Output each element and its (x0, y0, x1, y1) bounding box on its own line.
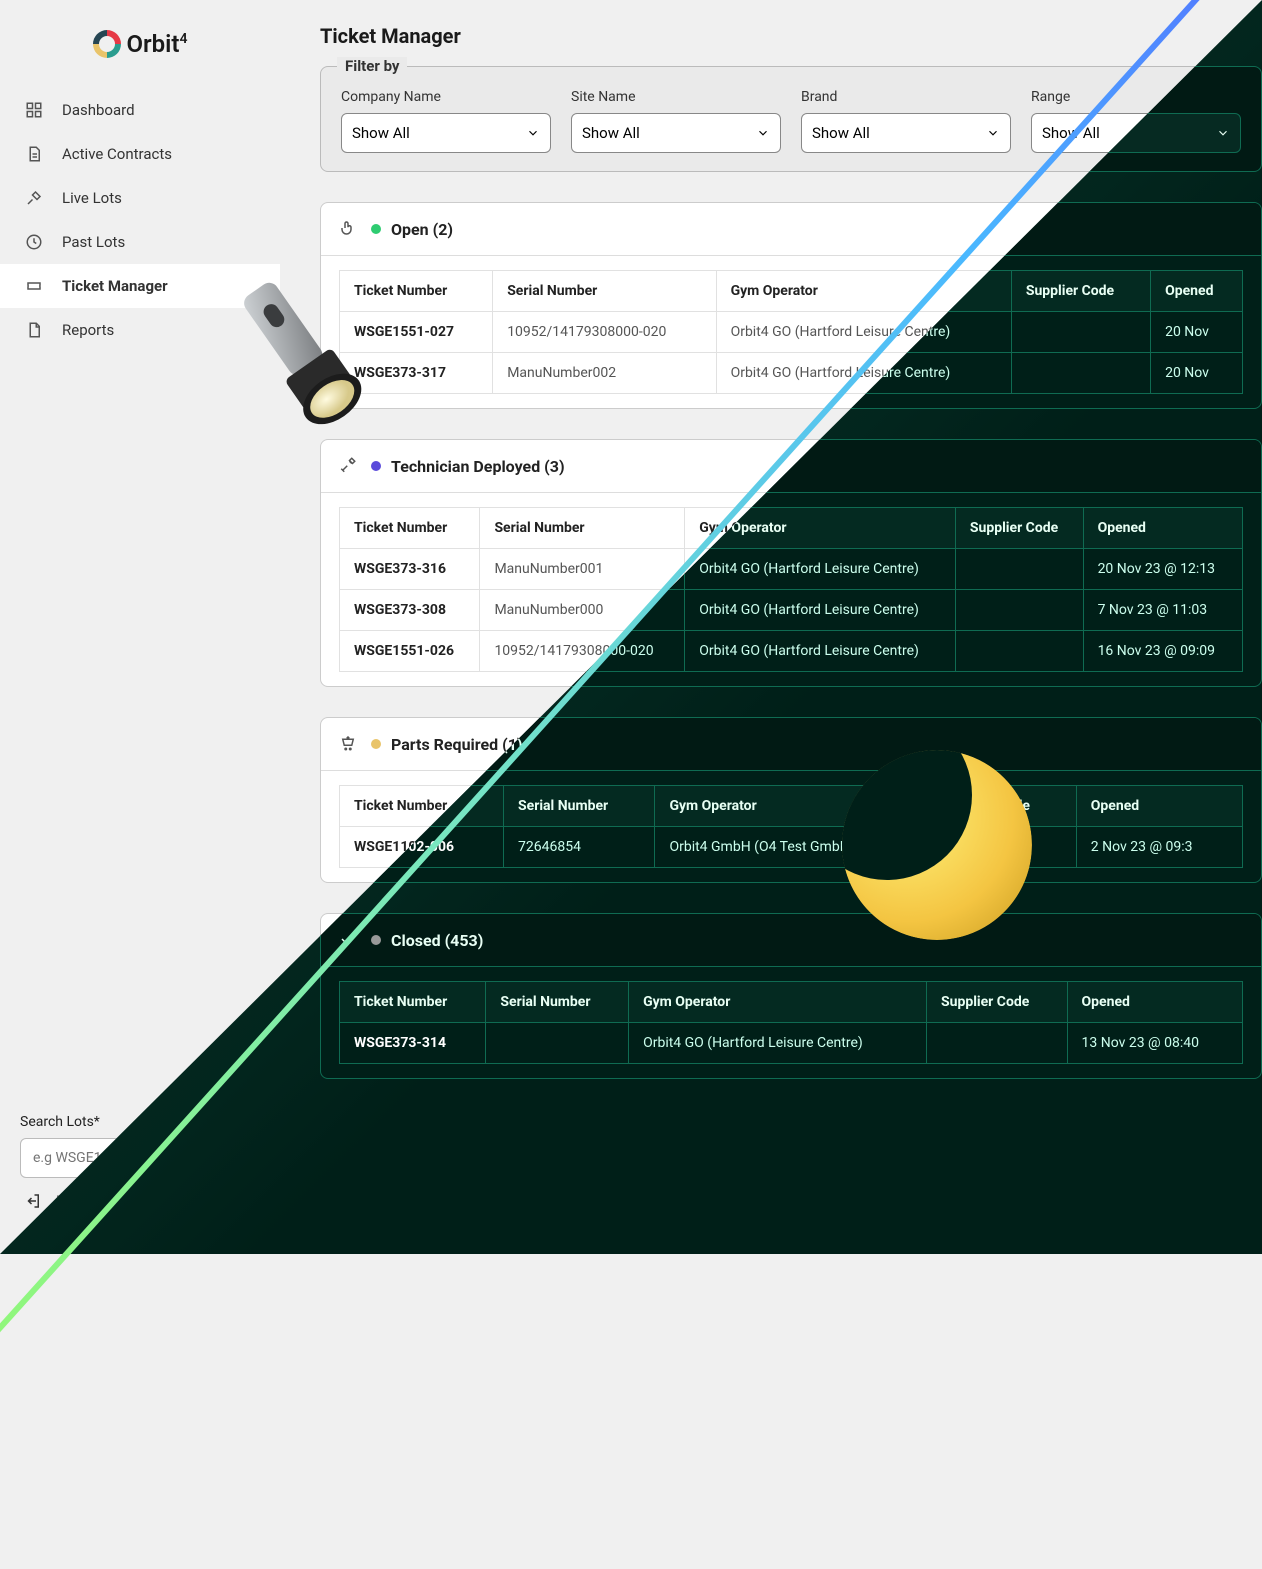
status-dot-yellow (371, 739, 381, 749)
hammer-icon (24, 188, 44, 208)
sidebar-item-label: Ticket Manager (62, 277, 168, 295)
search-label: Search Lots* (20, 1114, 100, 1130)
col-serial: Serial Number (493, 271, 716, 312)
sidebar-item-label: Reports (62, 321, 114, 339)
col-serial: Serial Number (480, 508, 685, 549)
ticket-icon (24, 276, 44, 296)
chevron-down-icon (986, 126, 1000, 140)
filter-label-brand: Brand (801, 89, 1011, 105)
brand-select[interactable]: Show All (801, 113, 1011, 153)
filter-legend: Filter by (337, 57, 407, 75)
sidebar-item-past-lots[interactable]: Past Lots (0, 220, 280, 264)
page-title: Ticket Manager (320, 24, 1262, 48)
clock-icon (24, 232, 44, 252)
sidebar-item-dashboard[interactable]: Dashboard (0, 88, 280, 132)
sidebar-item-label: Active Contracts (62, 145, 172, 163)
logout-icon (24, 1192, 42, 1210)
sidebar-item-label: Live Lots (62, 189, 122, 207)
chevron-down-icon (756, 126, 770, 140)
status-dot-green (371, 224, 381, 234)
sidebar-item-active-contracts[interactable]: Active Contracts (0, 132, 280, 176)
chevron-down-icon (526, 126, 540, 140)
section-title: Open (2) (391, 220, 453, 239)
nav: Dashboard Active Contracts Live Lots Pas… (0, 88, 280, 1114)
logo-text: Orbit4 (127, 30, 188, 58)
hand-icon (339, 219, 359, 239)
sidebar-item-live-lots[interactable]: Live Lots (0, 176, 280, 220)
section-title: Parts Required (1) (391, 735, 522, 754)
dashboard-icon (24, 100, 44, 120)
site-select[interactable]: Show All (571, 113, 781, 153)
report-icon (24, 320, 44, 340)
status-dot-purple (371, 461, 381, 471)
sidebar-item-label: Dashboard (62, 101, 135, 119)
logo: Orbit4 (0, 20, 280, 88)
moon-icon (842, 750, 1032, 940)
filter-label-company: Company Name (341, 89, 551, 105)
filter-label-site: Site Name (571, 89, 781, 105)
col-ticket: Ticket Number (340, 508, 480, 549)
document-icon (24, 144, 44, 164)
flashlight-icon (210, 260, 400, 460)
sidebar-item-label: Past Lots (62, 233, 125, 251)
company-select[interactable]: Show All (341, 113, 551, 153)
logo-icon (93, 30, 121, 58)
section-title: Technician Deployed (3) (391, 457, 565, 476)
cart-icon (339, 734, 359, 754)
